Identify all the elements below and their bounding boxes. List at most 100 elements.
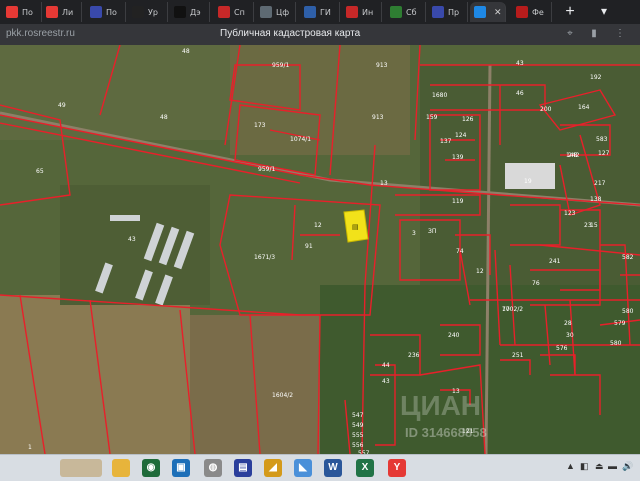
parcel-label: 1671/3 xyxy=(254,254,275,261)
browser-tab[interactable]: По xyxy=(2,2,42,22)
cadastral-map[interactable]: ▤ 48 959/1 913 43 192 1680 46 200 164 49 48 173 1074… xyxy=(0,45,640,454)
parcel-label: 549 xyxy=(352,422,364,429)
start-app-icon[interactable] xyxy=(60,459,102,477)
parcel-label: 583 xyxy=(596,136,608,143)
parcel-label: 123 xyxy=(564,210,576,217)
parcel-label: 139 xyxy=(452,154,464,161)
browser-tab[interactable]: Ли xyxy=(42,2,82,22)
tab-favicon-icon xyxy=(516,6,528,18)
yandex-browser-icon[interactable]: Y xyxy=(388,459,406,477)
browser-tab[interactable]: Ур xyxy=(128,2,168,22)
excel-icon[interactable]: X xyxy=(356,459,374,477)
parcel-label: 241 xyxy=(549,258,561,265)
parcel-label: 43 xyxy=(516,60,524,67)
manager-glyph: ◍ xyxy=(208,462,218,473)
tab-favicon-icon xyxy=(432,6,444,18)
parcel-label: 555 xyxy=(352,432,364,439)
display-icon[interactable]: ▣ xyxy=(172,459,190,477)
browser-tab[interactable]: По xyxy=(86,2,126,22)
parcel-label: 124 xyxy=(455,132,467,139)
tray-usb-icon[interactable]: ⏏ xyxy=(595,461,604,472)
parcel-label: 240 xyxy=(448,332,460,339)
save-icon[interactable]: ▤ xyxy=(234,459,252,477)
tab-favicon-icon xyxy=(132,6,144,18)
bookmark-icon[interactable]: ▮ xyxy=(588,28,600,40)
parcel-label: 30 xyxy=(566,332,574,339)
tab-close-icon[interactable]: ✕ xyxy=(494,7,502,18)
map-canvas[interactable]: ▤ 48959/1 913 431921680 46200 16449481731074… xyxy=(0,45,640,454)
tab-label: Фе xyxy=(532,7,544,17)
location-icon[interactable]: ⌖ xyxy=(564,28,576,40)
browser-tab[interactable]: ГИ xyxy=(300,2,340,22)
tab-search-icon[interactable]: ▾ xyxy=(598,4,610,18)
tray-battery-icon[interactable]: ▬ xyxy=(608,461,617,471)
browser-tab[interactable]: Ин xyxy=(342,2,382,22)
browser-tab[interactable]: Сп xyxy=(214,2,254,22)
parcel-label: 48 xyxy=(182,48,190,55)
field-nw xyxy=(0,45,230,140)
weather-glyph: ◣ xyxy=(299,462,307,473)
parcel-label: 556 xyxy=(352,442,364,449)
address-bar[interactable]: pkk.rosreestr.ru Публичная кадастровая к… xyxy=(0,24,640,45)
tab-favicon-icon xyxy=(260,6,272,18)
tab-label: Цф xyxy=(276,7,290,17)
parcel-label: 242 xyxy=(568,152,580,159)
parcel-label: 1074/1 xyxy=(290,136,311,143)
manager-icon[interactable]: ◍ xyxy=(204,459,222,477)
browser-tab[interactable]: Пр xyxy=(428,2,468,22)
tray-network-icon[interactable]: ◧ xyxy=(580,461,589,472)
parcel-label: 1702/2 xyxy=(502,306,523,313)
parcel-label: 580 xyxy=(622,308,634,315)
word-icon[interactable]: W xyxy=(324,459,342,477)
menu-icon[interactable]: ⋮ xyxy=(614,28,626,40)
parcel-label: 126 xyxy=(462,116,474,123)
parcel-label: 74 xyxy=(456,248,464,255)
parcel-label: 236 xyxy=(408,352,420,359)
parcel-label: 1604/2 xyxy=(272,392,293,399)
tray-volume-icon[interactable]: 🔊 xyxy=(622,461,633,472)
tab-favicon-icon xyxy=(46,6,58,18)
parcel-label: 959/1 xyxy=(258,166,275,173)
url-text[interactable]: pkk.rosreestr.ru xyxy=(6,28,75,39)
new-tab-button[interactable]: + xyxy=(561,3,579,21)
parcel-label: 48 xyxy=(160,114,168,121)
tab-favicon-icon xyxy=(218,6,230,18)
browser-tab[interactable]: Цф xyxy=(256,2,296,22)
parcel-label: 192 xyxy=(590,74,602,81)
parcel-label: 119 xyxy=(452,198,464,205)
parcel-label: 19 xyxy=(524,178,532,185)
display-glyph: ▣ xyxy=(176,462,186,473)
browser-tab[interactable]: Сб xyxy=(386,2,426,22)
excel-glyph: X xyxy=(361,462,369,473)
parcel-label: 137 xyxy=(440,138,452,145)
parcel-label: 913 xyxy=(376,62,388,69)
tab-label: Ин xyxy=(362,7,374,17)
weather-icon[interactable]: ◣ xyxy=(294,459,312,477)
save-glyph: ▤ xyxy=(238,462,248,473)
browser-tab[interactable]: Фе xyxy=(512,2,552,22)
building-roof xyxy=(505,163,555,189)
draw-glyph: ◢ xyxy=(269,462,277,473)
field-sw xyxy=(0,295,190,454)
taskbar: ◉ ▣ ◍ ▤ ◢ ◣ W X Y ▲ ◧ ⏏ ▬ 🔊 xyxy=(0,454,640,481)
browser-green-glyph: ◉ xyxy=(146,462,156,473)
parcel-label: 12 xyxy=(476,268,484,275)
parcel-label: 46 xyxy=(516,90,524,97)
parcel-label: 91 xyxy=(305,243,313,250)
parcel-label: 913 xyxy=(372,114,384,121)
browser-green-icon[interactable]: ◉ xyxy=(142,459,160,477)
file-explorer-icon[interactable] xyxy=(112,459,130,477)
tab-strip: По Ли По Ур Дэ Сп Цф ГИ Ин Сб Пр Б✕ Фе + ▾ xyxy=(0,0,640,24)
draw-icon[interactable]: ◢ xyxy=(264,459,282,477)
parcel-label: 23 xyxy=(584,222,592,229)
parcel-label: 200 xyxy=(540,106,552,113)
parcel-label: 65 xyxy=(36,168,44,175)
selected-parcel-marker: ▤ xyxy=(352,223,359,231)
browser-tab[interactable]: Б✕ xyxy=(470,2,506,22)
tab-label: Сб xyxy=(406,7,417,17)
tab-favicon-icon xyxy=(174,6,186,18)
browser-tab[interactable]: Дэ xyxy=(170,2,210,22)
tray-arrow-icon[interactable]: ▲ xyxy=(566,461,575,471)
parcel-label: 1 xyxy=(28,444,32,451)
parcel-label: 3 xyxy=(412,230,416,237)
